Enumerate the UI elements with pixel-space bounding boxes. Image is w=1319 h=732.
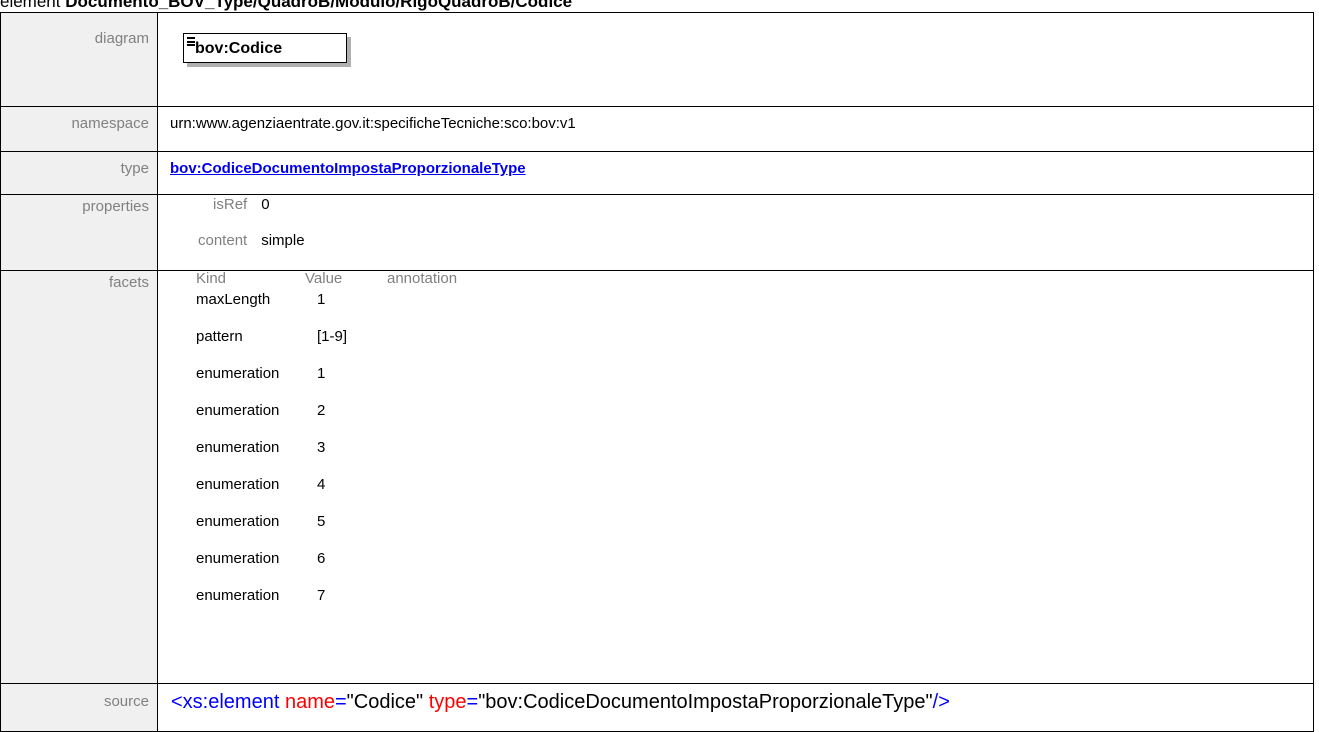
properties-cell: isRef 0 content simple [157,194,1314,271]
property-key: content [198,232,248,249]
facet-kind: enumeration [196,402,280,419]
label-namespace: namespace [0,106,158,152]
source-attr1-eq: = [334,691,347,713]
type-link[interactable]: bov:CodiceDocumentoImpostaProporzionaleT… [170,160,526,177]
facet-row: maxLength 1 [183,292,1313,329]
row-facets: facets Kind Value annotation maxLength 1 pa… [0,270,1314,684]
source-attr1-name: name [279,691,335,713]
label-diagram: diagram [0,12,158,107]
facet-row: enumeration 1 [183,366,1313,403]
type-cell: bov:CodiceDocumentoImpostaProporzionaleT… [157,151,1314,195]
properties-table: isRef 0 content simple [198,196,305,270]
property-key: isRef [213,196,248,213]
source-attr1-value: "Codice" [346,691,424,713]
diagram-element-name: bov:Codice [195,40,283,57]
facets-header: Kind Value annotation [183,271,1313,287]
source-attr2-eq: = [466,691,479,713]
element-lines-icon [187,37,195,46]
row-source: source <xs:element name="Codice" type="b… [0,683,1314,732]
page-title: element Documento_BOV_Type/QuadroB/Modul… [0,0,572,12]
facet-value: 1 [317,291,326,308]
label-facets: facets [0,270,158,684]
facet-value: 5 [317,513,326,530]
property-value: 0 [261,196,270,213]
label-properties: properties [0,194,158,271]
facet-value: 3 [317,439,326,456]
facet-row: enumeration 3 [183,440,1313,477]
facet-kind: pattern [196,328,243,345]
facets-header-annotation: annotation [387,270,458,287]
source-attr2-value: "bov:CodiceDocumentoImpostaProporzionale… [478,691,933,713]
facet-row: pattern [1-9] [183,329,1313,366]
page-title-prefix: element [0,0,66,11]
facets-header-kind: Kind [196,270,227,287]
facets-list: maxLength 1 pattern [1-9] enumeration 1 enu… [183,287,1313,625]
row-type: type bov:CodiceDocumentoImpostaProporzio… [0,151,1314,195]
source-attr2-name: type [423,691,467,713]
facet-value: 2 [317,402,326,419]
facets-header-value: Value [305,270,343,287]
facet-value: 1 [317,365,326,382]
facet-kind: enumeration [196,476,280,493]
facet-kind: enumeration [196,587,280,604]
element-doc-table: diagram bov:Codice namespace urn:www.age… [0,12,1314,732]
property-row: isRef 0 [198,196,305,234]
namespace-value: urn:www.agenziaentrate.gov.it:specifiche… [157,106,1314,152]
facet-kind: enumeration [196,365,280,382]
label-type: type [0,151,158,195]
property-row: content simple [198,232,305,270]
diagram-element-box[interactable]: bov:Codice [183,33,347,63]
page-title-path: Documento_BOV_Type/QuadroB/Modulo/RigoQu… [65,0,573,11]
property-value: simple [261,232,305,249]
label-source: source [0,683,158,732]
facets-cell: Kind Value annotation maxLength 1 pattern [1… [157,270,1314,684]
facet-kind: enumeration [196,439,280,456]
facet-row: enumeration 5 [183,514,1313,551]
row-diagram: diagram bov:Codice [0,12,1314,107]
facet-kind: enumeration [196,550,280,567]
facet-value: 6 [317,550,326,567]
facet-row: enumeration 7 [183,588,1313,625]
row-properties: properties isRef 0 content simple [0,194,1314,271]
diagram-cell: bov:Codice [157,12,1314,107]
facet-kind: maxLength [196,291,271,308]
facet-value: [1-9] [317,328,348,345]
source-code: <xs:element name="Codice" type="bov:Codi… [157,683,1314,732]
row-namespace: namespace urn:www.agenziaentrate.gov.it:… [0,106,1314,152]
facet-row: enumeration 6 [183,551,1313,588]
facet-row: enumeration 4 [183,477,1313,514]
facet-row: enumeration 2 [183,403,1313,440]
facet-value: 7 [317,587,326,604]
source-tag-close: /> [932,691,950,713]
facet-value: 4 [317,476,326,493]
facet-kind: enumeration [196,513,280,530]
source-tag-open: <xs:element [171,691,280,713]
